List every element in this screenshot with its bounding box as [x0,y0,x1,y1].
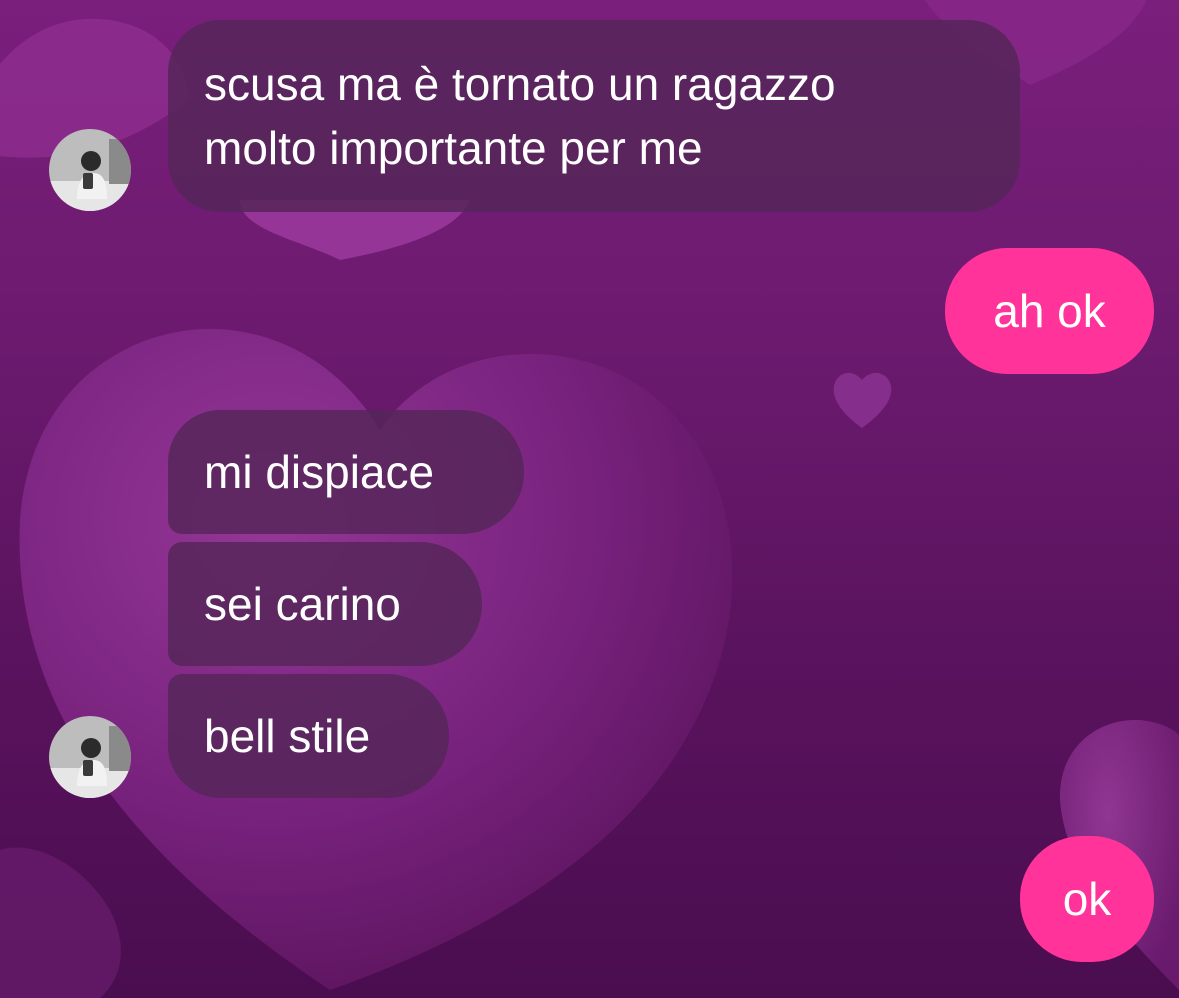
avatar-photo-icon [49,129,131,211]
message-text: bell stile [204,710,371,762]
message-text-line: molto importante per me [204,122,703,174]
tiny-heart-shape [833,372,892,428]
message-text: sei carino [204,578,401,630]
message-text: mi dispiace [204,446,435,498]
message-text-line: scusa ma è tornato un ragazzo [204,58,836,110]
incoming-message-bubble[interactable]: scusa ma è tornato un ragazzo molto impo… [168,20,1020,212]
contact-avatar[interactable] [49,716,131,798]
contact-avatar[interactable] [49,129,131,211]
message-text: ok [1062,873,1112,925]
incoming-message-bubble[interactable]: bell stile [168,674,449,798]
incoming-message-bubble[interactable]: mi dispiace [168,410,524,534]
avatar-photo-icon [49,716,131,798]
outgoing-message-bubble[interactable]: ok [1020,836,1154,962]
message-text: ah ok [993,285,1106,337]
bottom-left-heart-shape [0,847,121,998]
incoming-message-bubble[interactable]: sei carino [168,542,482,666]
outgoing-message-bubble[interactable]: ah ok [945,248,1154,374]
